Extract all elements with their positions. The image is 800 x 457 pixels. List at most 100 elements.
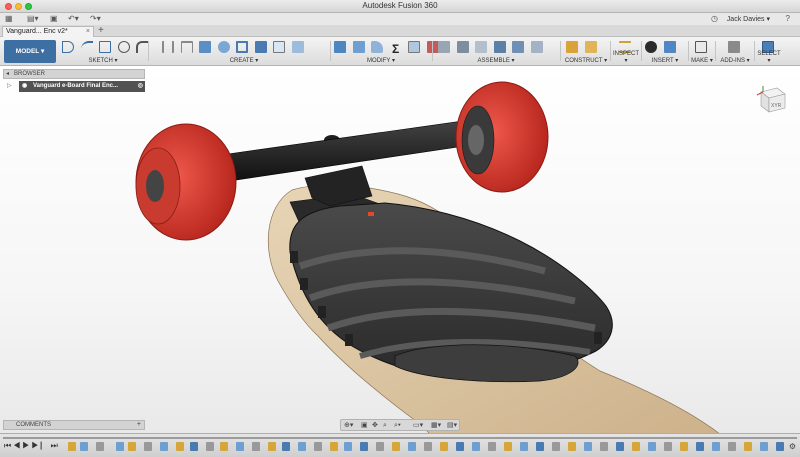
assemble-group[interactable]: ASSEMBLE ▾: [436, 39, 556, 64]
user-account-menu[interactable]: Jack Davies ▾: [727, 15, 770, 23]
pattern-icon[interactable]: [291, 41, 304, 53]
joint-icon[interactable]: [456, 41, 469, 53]
save-icon[interactable]: ▣: [50, 14, 58, 24]
timeline-feature[interactable]: [376, 442, 384, 451]
offset-plane-icon[interactable]: [566, 41, 578, 53]
timeline-feature[interactable]: [68, 442, 76, 451]
timeline-feature[interactable]: [268, 442, 276, 451]
timeline-feature[interactable]: [298, 442, 306, 451]
insert-mesh-icon[interactable]: [663, 41, 676, 53]
display-settings-icon[interactable]: ▭▾: [413, 421, 423, 430]
comments-panel[interactable]: COMMENTS +: [3, 420, 145, 430]
timeline-feature[interactable]: [330, 442, 338, 451]
line-icon[interactable]: [62, 41, 74, 53]
revolve-icon[interactable]: [217, 41, 230, 53]
timeline-feature[interactable]: [440, 442, 448, 451]
orbit-icon[interactable]: ⊕▾: [344, 421, 353, 430]
timeline-feature[interactable]: [220, 442, 228, 451]
timeline-feature[interactable]: [144, 442, 152, 451]
step-forward-icon[interactable]: ▶▏: [31, 441, 50, 450]
extrude-icon[interactable]: [199, 41, 212, 53]
timeline-feature[interactable]: [520, 442, 528, 451]
fit-icon[interactable]: ⌕▾: [394, 421, 401, 430]
add-comment-icon[interactable]: +: [137, 421, 141, 429]
help-icon[interactable]: ?: [786, 14, 790, 23]
pan-icon[interactable]: ✥: [372, 421, 378, 430]
insert-group[interactable]: INSERT ▾: [643, 39, 687, 64]
go-to-start-icon[interactable]: ⏮: [4, 441, 13, 450]
browser-header[interactable]: ◂ BROWSER: [3, 69, 145, 79]
timeline-feature[interactable]: [80, 442, 88, 451]
timeline-feature[interactable]: [360, 442, 368, 451]
joint-origin-icon[interactable]: [493, 41, 506, 53]
construct-group[interactable]: CONSTRUCT ▾: [564, 39, 608, 64]
loft-icon[interactable]: [254, 41, 267, 53]
timeline-feature[interactable]: [504, 442, 512, 451]
grid-settings-icon[interactable]: ▦▾: [431, 421, 441, 430]
close-tab-icon[interactable]: ×: [86, 27, 90, 37]
rigid-group-icon[interactable]: [512, 41, 525, 53]
timeline-feature[interactable]: [776, 442, 784, 451]
timeline-settings-icon[interactable]: ⚙: [789, 442, 796, 451]
timeline-feature[interactable]: [252, 442, 260, 451]
circle-icon[interactable]: [117, 41, 130, 53]
viewports-icon[interactable]: ▤▾: [447, 421, 457, 430]
timeline-feature[interactable]: [536, 442, 544, 451]
timeline-feature[interactable]: [282, 442, 290, 451]
3d-print-icon[interactable]: [695, 41, 707, 53]
timeline-feature[interactable]: [408, 442, 416, 451]
fillet-icon[interactable]: [136, 41, 149, 53]
timeline-feature[interactable]: [488, 442, 496, 451]
document-tab[interactable]: Vanguard... Enc v2* ×: [2, 26, 94, 37]
select-group[interactable]: SELECT ▾: [756, 39, 782, 64]
drive-joints-icon[interactable]: [530, 41, 543, 53]
make-group[interactable]: MAKE ▾: [690, 39, 714, 64]
file-icon[interactable]: ▤▾: [27, 14, 39, 24]
workspace-switcher[interactable]: MODEL ▾: [4, 40, 56, 63]
timeline-feature[interactable]: [424, 442, 432, 451]
new-component-icon[interactable]: [438, 41, 450, 53]
timeline-feature[interactable]: [116, 442, 124, 451]
timeline-feature[interactable]: [176, 442, 184, 451]
timeline-feature[interactable]: [236, 442, 244, 451]
skateboard-model[interactable]: [0, 66, 800, 434]
press-pull-icon[interactable]: [334, 41, 346, 53]
look-at-icon[interactable]: ▣: [361, 421, 368, 430]
expand-arrow-icon[interactable]: ▷: [7, 82, 12, 89]
timeline-feature[interactable]: [568, 442, 576, 451]
timeline-feature[interactable]: [206, 442, 214, 451]
timeline-feature[interactable]: [456, 442, 464, 451]
arc-icon[interactable]: [80, 41, 93, 53]
sketch-group[interactable]: SKETCH ▾: [60, 39, 149, 64]
timeline-feature[interactable]: [160, 442, 168, 451]
redo-icon[interactable]: ↷▾: [90, 14, 101, 24]
timeline-feature[interactable]: [712, 442, 720, 451]
timeline-feature[interactable]: [744, 442, 752, 451]
browser-root-row[interactable]: ▷ ◉ Vanguard e-Board Final Enc... ◎: [3, 81, 145, 92]
timeline-feature[interactable]: [760, 442, 768, 451]
undo-icon[interactable]: ↶▾: [68, 14, 79, 24]
timeline-feature[interactable]: [600, 442, 608, 451]
timeline-track[interactable]: [3, 437, 797, 439]
canvas-viewport[interactable]: XYR: [0, 66, 800, 434]
zoom-icon[interactable]: ⌕: [383, 421, 387, 430]
timeline-feature[interactable]: [472, 442, 480, 451]
timeline-feature[interactable]: [680, 442, 688, 451]
timeline-feature[interactable]: [632, 442, 640, 451]
scripts-addins-icon[interactable]: [728, 41, 740, 53]
step-back-icon[interactable]: ◀: [13, 441, 22, 450]
timeline-feature[interactable]: [648, 442, 656, 451]
timeline-feature[interactable]: [728, 442, 736, 451]
timeline-feature[interactable]: [190, 442, 198, 451]
timeline-feature[interactable]: [96, 442, 104, 451]
new-tab-button[interactable]: +: [98, 25, 104, 36]
timeline-feature[interactable]: [696, 442, 704, 451]
rectangle-icon[interactable]: [99, 41, 112, 53]
midplane-icon[interactable]: [584, 41, 597, 53]
inspect-group[interactable]: INSPECT ▾: [612, 39, 640, 64]
offset-icon[interactable]: [180, 41, 193, 53]
timeline-feature[interactable]: [128, 442, 136, 451]
viewcube[interactable]: XYR: [755, 82, 789, 116]
sweep-icon[interactable]: [236, 41, 249, 53]
timeline-feature[interactable]: [344, 442, 352, 451]
